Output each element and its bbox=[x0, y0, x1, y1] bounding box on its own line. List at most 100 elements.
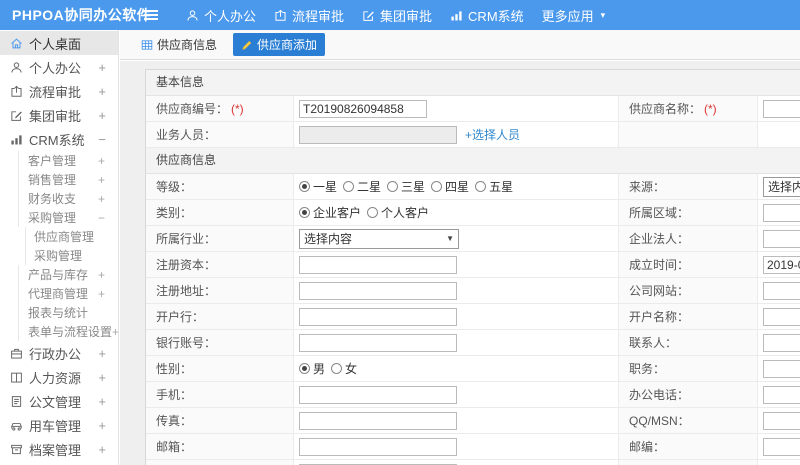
mobile-field bbox=[294, 382, 619, 407]
collapse-icon[interactable]: − bbox=[98, 211, 105, 225]
topnav-more-apps[interactable]: 更多应用 ▾ bbox=[542, 6, 606, 25]
office-phone-input[interactable] bbox=[763, 385, 800, 404]
zip-code-input[interactable] bbox=[763, 437, 800, 456]
tab-supplier-info[interactable]: 供应商信息 bbox=[133, 33, 225, 56]
sidebar: 个人桌面 个人办公 + 流程审批 + 集团审批 + CRM系统 − 客户管理 + 销售管理 + 财务收支 +… bbox=[0, 30, 119, 465]
expand-icon[interactable]: + bbox=[98, 192, 105, 206]
expand-icon[interactable]: + bbox=[98, 108, 106, 123]
sidebar-item-hr[interactable]: 人力资源 + bbox=[0, 365, 118, 389]
topnav-group-approval[interactable]: 集团审批 bbox=[362, 6, 432, 25]
bank-input[interactable] bbox=[299, 307, 457, 326]
gender-option[interactable]: 男 bbox=[299, 360, 325, 377]
radio-icon[interactable] bbox=[331, 363, 343, 374]
sidebar-item-document-mgmt[interactable]: 公文管理 + bbox=[0, 389, 118, 413]
supplier-name-input[interactable] bbox=[763, 99, 800, 118]
radio-checked-icon[interactable] bbox=[299, 181, 310, 192]
contact-person-input[interactable] bbox=[763, 333, 800, 352]
sidebar-item-archive-mgmt[interactable]: 档案管理 + bbox=[0, 437, 118, 461]
sidebar-item-group-approval[interactable]: 集团审批 + bbox=[0, 103, 118, 127]
expand-icon[interactable]: + bbox=[98, 370, 106, 385]
sidebar-item-purchase-mgmt[interactable]: 采购管理 − bbox=[18, 208, 118, 227]
registered-capital-input[interactable] bbox=[299, 255, 457, 274]
grade-option[interactable]: 一星 bbox=[299, 178, 337, 195]
radio-icon[interactable] bbox=[387, 181, 399, 192]
sidebar-item-product-inventory[interactable]: 产品与库存 + bbox=[18, 265, 118, 284]
sidebar-item-personal-office[interactable]: 个人办公 + bbox=[0, 55, 118, 79]
radio-icon[interactable] bbox=[475, 181, 487, 192]
expand-icon[interactable]: + bbox=[98, 346, 106, 361]
expand-icon[interactable]: + bbox=[98, 268, 105, 282]
email-input[interactable] bbox=[299, 437, 457, 456]
topnav-label: CRM系统 bbox=[468, 8, 524, 24]
sidebar-item-customer-mgmt[interactable]: 客户管理 + bbox=[18, 151, 118, 170]
radio-label: 企业客户 bbox=[313, 206, 362, 220]
sidebar-item-reports-stats[interactable]: 报表与统计 bbox=[18, 303, 118, 322]
sidebar-item-label: 公文管理 bbox=[29, 394, 82, 410]
radio-icon[interactable] bbox=[367, 207, 379, 218]
category-option[interactable]: 个人客户 bbox=[367, 204, 429, 221]
expand-icon[interactable]: + bbox=[98, 84, 106, 99]
expand-icon[interactable]: + bbox=[98, 173, 105, 187]
topnav-personal-office[interactable]: 个人办公 bbox=[186, 6, 256, 25]
founding-date-input[interactable] bbox=[763, 255, 800, 274]
radio-icon[interactable] bbox=[431, 181, 443, 192]
category-option[interactable]: 企业客户 bbox=[299, 204, 361, 221]
topnav-crm-system[interactable]: CRM系统 bbox=[450, 6, 524, 25]
form-row: 邮箱： 邮编： bbox=[146, 434, 800, 460]
grade-option[interactable]: 五星 bbox=[475, 178, 513, 195]
grade-option[interactable]: 二星 bbox=[343, 178, 381, 195]
expand-icon[interactable]: + bbox=[98, 394, 106, 409]
business-person-input[interactable] bbox=[299, 125, 457, 144]
industry-select[interactable]: 选择内容 ▼ bbox=[299, 228, 459, 249]
company-website-input[interactable] bbox=[763, 281, 800, 300]
sidebar-item-purchase-mgmt-sub[interactable]: 采购管理 bbox=[25, 246, 118, 265]
legal-person-input[interactable] bbox=[763, 229, 800, 248]
menu-toggle-icon[interactable] bbox=[138, 14, 164, 16]
sidebar-item-admin-office[interactable]: 行政办公 + bbox=[0, 341, 118, 365]
collapse-icon[interactable]: − bbox=[98, 132, 106, 147]
account-name-input[interactable] bbox=[763, 307, 800, 326]
sidebar-item-personal-desktop[interactable]: 个人桌面 bbox=[0, 31, 118, 55]
expand-icon[interactable]: + bbox=[98, 60, 106, 75]
expand-icon[interactable]: + bbox=[98, 154, 105, 168]
legal-person-field bbox=[758, 226, 800, 251]
sidebar-item-sales-mgmt[interactable]: 销售管理 + bbox=[18, 170, 118, 189]
empty-field bbox=[758, 460, 800, 465]
source-select[interactable]: 选择内容▼ bbox=[763, 176, 800, 197]
field-label-text: 联系人： bbox=[629, 336, 678, 350]
registered-address-input[interactable] bbox=[299, 281, 457, 300]
sidebar-item-finance[interactable]: 财务收支 + bbox=[18, 189, 118, 208]
registered-capital-field bbox=[294, 252, 619, 277]
radio-checked-icon[interactable] bbox=[299, 363, 310, 374]
empty-field bbox=[758, 122, 800, 147]
expand-icon[interactable]: + bbox=[98, 287, 105, 301]
grade-option[interactable]: 三星 bbox=[387, 178, 425, 195]
fax-input[interactable] bbox=[299, 411, 457, 430]
tab-supplier-add[interactable]: 供应商添加 bbox=[233, 33, 326, 56]
sidebar-item-workflow-approval[interactable]: 流程审批 + bbox=[0, 79, 118, 103]
region-input[interactable] bbox=[763, 203, 800, 222]
expand-icon[interactable]: + bbox=[98, 442, 106, 457]
radio-checked-icon[interactable] bbox=[299, 207, 310, 218]
sidebar-item-form-workflow-settings[interactable]: 表单与流程设置 + bbox=[18, 322, 118, 341]
supplier-code-field bbox=[294, 96, 619, 121]
supplier-code-input[interactable] bbox=[299, 99, 427, 118]
gender-option[interactable]: 女 bbox=[331, 360, 357, 377]
expand-icon[interactable]: + bbox=[112, 325, 118, 339]
grade-option[interactable]: 四星 bbox=[431, 178, 469, 195]
mobile-input[interactable] bbox=[299, 385, 457, 404]
sidebar-item-supplier-mgmt[interactable]: 供应商管理 bbox=[25, 227, 118, 246]
sidebar-item-crm-system[interactable]: CRM系统 − bbox=[0, 127, 118, 151]
business-person-picker-link[interactable]: +选择人员 bbox=[465, 126, 520, 143]
qq-msn-input[interactable] bbox=[763, 411, 800, 430]
radio-icon[interactable] bbox=[343, 181, 355, 192]
fax-label: 传真： bbox=[146, 408, 294, 433]
bank-account-input[interactable] bbox=[299, 333, 457, 352]
sidebar-item-vehicle-mgmt[interactable]: 用车管理 + bbox=[0, 413, 118, 437]
topnav-workflow-approval[interactable]: 流程审批 bbox=[274, 6, 344, 25]
sidebar-item-agent-mgmt[interactable]: 代理商管理 + bbox=[18, 284, 118, 303]
position-input[interactable] bbox=[763, 359, 800, 378]
expand-icon[interactable]: + bbox=[98, 418, 106, 433]
required-marker: (*) bbox=[231, 101, 244, 116]
mobile-label: 手机： bbox=[146, 382, 294, 407]
